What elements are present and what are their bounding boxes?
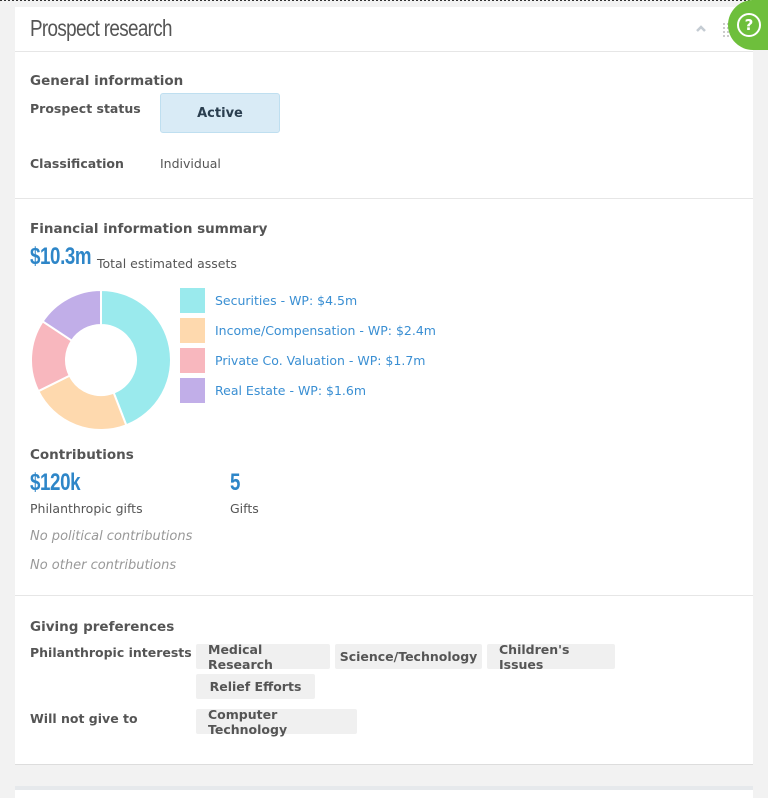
question-mark-icon: ?	[737, 13, 761, 37]
will-not-give-label: Will not give to	[30, 711, 138, 726]
legend-label[interactable]: Securities - WP: $4.5m	[215, 293, 357, 308]
chart-legend: Securities - WP: $4.5m Income/Compensati…	[180, 285, 436, 405]
contributions-title: Contributions	[30, 447, 134, 463]
legend-swatch	[180, 317, 205, 343]
philanthropic-interests-label: Philanthropic interests	[30, 645, 192, 660]
legend-item-private-co[interactable]: Private Co. Valuation - WP: $1.7m	[180, 345, 436, 375]
financial-summary-title: Financial information summary	[30, 221, 268, 237]
classification-label: Classification	[30, 156, 124, 171]
legend-swatch	[180, 287, 205, 313]
legend-item-income[interactable]: Income/Compensation - WP: $2.4m	[180, 315, 436, 345]
philanthropic-gifts-label: Philanthropic gifts	[30, 501, 143, 516]
card-title: Prospect research	[30, 15, 173, 41]
classification-value: Individual	[160, 156, 221, 171]
legend-label[interactable]: Private Co. Valuation - WP: $1.7m	[215, 353, 425, 368]
total-assets-value: $10.3m	[30, 243, 92, 270]
gifts-count-label: Gifts	[230, 501, 259, 516]
total-assets-label: Total estimated assets	[97, 256, 237, 271]
top-border	[0, 0, 768, 2]
prospect-status-label: Prospect status	[30, 101, 141, 116]
interest-tag: Relief Efforts	[196, 674, 315, 699]
financial-summary-section: Financial information summary $10.3m Tot…	[15, 199, 753, 596]
prospect-status-badge: Active	[160, 93, 280, 133]
legend-item-securities[interactable]: Securities - WP: $4.5m	[180, 285, 436, 315]
gifts-count-value: 5	[230, 469, 241, 496]
no-political-contributions: No political contributions	[30, 529, 193, 544]
card-header: Prospect research	[15, 7, 753, 52]
legend-item-real-estate[interactable]: Real Estate - WP: $1.6m	[180, 375, 436, 405]
interest-tag: Science/Technology	[335, 644, 482, 669]
general-information-title: General information	[30, 73, 184, 89]
philanthropic-gifts-value: $120k	[30, 469, 81, 496]
giving-preferences-section: Giving preferences Philanthropic interes…	[15, 597, 753, 765]
no-other-contributions: No other contributions	[30, 558, 177, 573]
legend-label[interactable]: Income/Compensation - WP: $2.4m	[215, 323, 436, 338]
legend-swatch	[180, 377, 205, 403]
prospect-research-card: Prospect research General information Pr…	[15, 7, 753, 765]
giving-preferences-title: Giving preferences	[30, 619, 175, 635]
general-information-section: General information Prospect status Acti…	[15, 53, 753, 199]
interest-tag: Children's Issues	[487, 642, 615, 672]
will-not-tag: Computer Technology	[196, 707, 357, 737]
chevron-up-icon[interactable]	[694, 23, 708, 35]
assets-donut-chart	[30, 289, 172, 431]
interest-tag: Medical Research	[196, 642, 330, 672]
legend-label[interactable]: Real Estate - WP: $1.6m	[215, 383, 366, 398]
legend-swatch	[180, 347, 205, 373]
next-card-edge	[15, 786, 753, 798]
